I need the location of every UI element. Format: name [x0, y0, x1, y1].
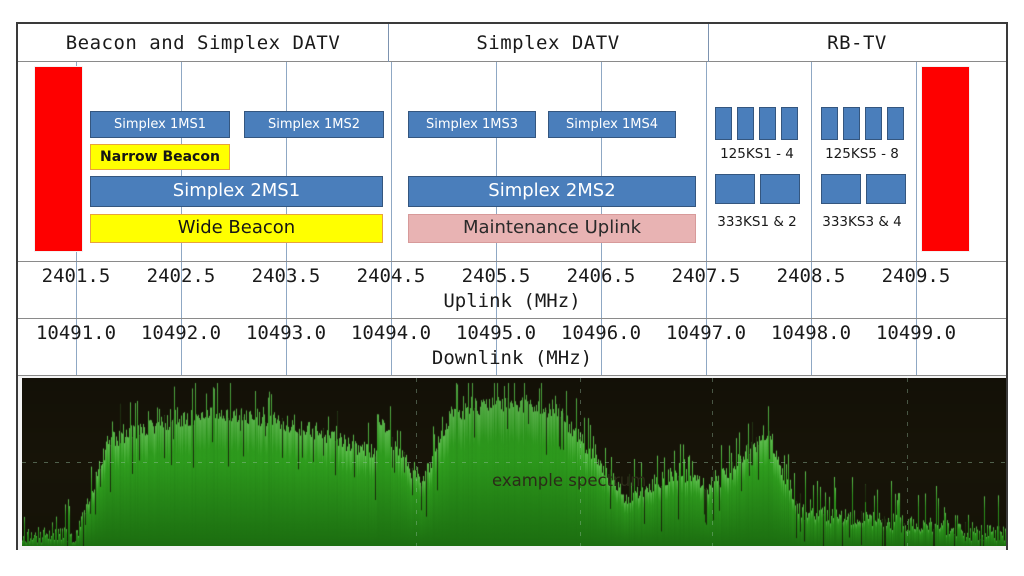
service-cell-beacon-simplex-datv: Beacon and Simplex DATV	[18, 24, 388, 62]
gridline	[811, 62, 812, 261]
uplink-tick: 2401.5	[41, 265, 111, 287]
rbtv-slot[interactable]	[781, 107, 798, 140]
rbtv-caption-333ks1-2: 333KS1 & 2	[711, 214, 803, 230]
rbtv-slot[interactable]	[821, 107, 838, 140]
alloc-label: Wide Beacon	[177, 217, 296, 239]
rbtv-caption-333ks3-4: 333KS3 & 4	[816, 214, 908, 230]
rbtv-caption-125ks5-8: 125KS5 - 8	[816, 146, 908, 162]
alloc-label: Simplex 1MS4	[566, 116, 658, 132]
alloc-simplex-2ms1[interactable]: Simplex 2MS1	[90, 176, 383, 207]
alloc-label: Simplex 2MS2	[488, 180, 616, 202]
rbtv-caption-label: 333KS1 & 2	[717, 214, 797, 230]
allocation-area: Simplex 1MS1 Simplex 1MS2 Simplex 1MS3 S…	[18, 62, 1006, 262]
rbtv-slot[interactable]	[865, 107, 882, 140]
rbtv-caption-label: 125KS5 - 8	[825, 146, 899, 162]
band-plan-figure: Beacon and Simplex DATV Simplex DATV RB-…	[16, 22, 1008, 550]
spectrum-display: example spectrum	[22, 378, 1006, 546]
uplink-tick: 2409.5	[881, 265, 951, 287]
uplink-axis-row: 2401.5 2402.5 2403.5 2404.5 2405.5 2406.…	[18, 262, 1006, 319]
rbtv-slot[interactable]	[843, 107, 860, 140]
downlink-tick: 10493.0	[245, 322, 327, 344]
rbtv-caption-125ks1-4: 125KS1 - 4	[711, 146, 803, 162]
alloc-label: Simplex 1MS1	[114, 116, 206, 132]
uplink-tick: 2405.5	[461, 265, 531, 287]
rbtv-slot[interactable]	[759, 107, 776, 140]
service-cell-simplex-datv: Simplex DATV	[388, 24, 708, 62]
service-divider	[708, 24, 709, 62]
downlink-tick: 10497.0	[665, 322, 747, 344]
gridline	[916, 62, 917, 261]
rbtv-slot-wide[interactable]	[866, 174, 906, 204]
guard-band-lower	[34, 66, 83, 252]
uplink-axis-caption: Uplink (MHz)	[443, 290, 581, 312]
downlink-tick: 10499.0	[875, 322, 957, 344]
spectrum-gridline-h	[22, 462, 1006, 463]
downlink-tick: 10492.0	[140, 322, 222, 344]
alloc-simplex-1ms4[interactable]: Simplex 1MS4	[548, 111, 676, 138]
rbtv-caption-label: 333KS3 & 4	[822, 214, 902, 230]
rbtv-caption-label: 125KS1 - 4	[720, 146, 794, 162]
alloc-simplex-1ms2[interactable]: Simplex 1MS2	[244, 111, 384, 138]
rbtv-slot[interactable]	[887, 107, 904, 140]
alloc-label: Simplex 1MS3	[426, 116, 518, 132]
rbtv-slot-wide[interactable]	[821, 174, 861, 204]
uplink-tick: 2403.5	[251, 265, 321, 287]
rbtv-slot[interactable]	[715, 107, 732, 140]
alloc-simplex-2ms2[interactable]: Simplex 2MS2	[408, 176, 696, 207]
alloc-label: Simplex 2MS1	[172, 180, 301, 202]
downlink-axis-row: 10491.0 10492.0 10493.0 10494.0 10495.0 …	[18, 319, 1006, 376]
alloc-maintenance-uplink[interactable]: Maintenance Uplink	[408, 214, 696, 243]
uplink-tick: 2406.5	[566, 265, 636, 287]
uplink-tick: 2404.5	[356, 265, 426, 287]
downlink-axis-caption: Downlink (MHz)	[431, 347, 593, 369]
service-label: RB-TV	[827, 32, 887, 54]
alloc-simplex-1ms1[interactable]: Simplex 1MS1	[90, 111, 230, 138]
guard-band-upper	[921, 66, 970, 252]
rbtv-slot-wide[interactable]	[715, 174, 755, 204]
spectrum-gridline-v	[712, 378, 713, 546]
alloc-simplex-1ms3[interactable]: Simplex 1MS3	[408, 111, 536, 138]
spectrum-caption: example spectrum	[492, 471, 647, 490]
spectrum-gridline-v	[580, 378, 581, 546]
uplink-tick: 2408.5	[776, 265, 846, 287]
rbtv-slot[interactable]	[737, 107, 754, 140]
rbtv-slot-wide[interactable]	[760, 174, 800, 204]
alloc-label: Narrow Beacon	[100, 148, 220, 165]
downlink-tick: 10496.0	[560, 322, 642, 344]
uplink-tick: 2407.5	[671, 265, 741, 287]
alloc-label: Simplex 1MS2	[268, 116, 360, 132]
service-label: Beacon and Simplex DATV	[65, 32, 341, 54]
alloc-label: Maintenance Uplink	[462, 217, 642, 239]
downlink-tick: 10495.0	[455, 322, 537, 344]
gridline	[391, 62, 392, 261]
downlink-tick: 10494.0	[350, 322, 432, 344]
service-header-row: Beacon and Simplex DATV Simplex DATV RB-…	[18, 24, 1006, 62]
service-divider	[388, 24, 389, 62]
alloc-wide-beacon[interactable]: Wide Beacon	[90, 214, 383, 243]
downlink-tick: 10498.0	[770, 322, 852, 344]
gridline	[706, 62, 707, 261]
spectrum-gridline-v	[416, 378, 417, 546]
downlink-tick: 10491.0	[35, 322, 117, 344]
service-cell-rbtv: RB-TV	[708, 24, 1006, 62]
uplink-tick: 2402.5	[146, 265, 216, 287]
spectrum-pane: example spectrum	[18, 376, 1006, 550]
spectrum-gridline-v	[907, 378, 908, 546]
alloc-narrow-beacon[interactable]: Narrow Beacon	[90, 144, 230, 170]
service-label: Simplex DATV	[476, 32, 620, 54]
